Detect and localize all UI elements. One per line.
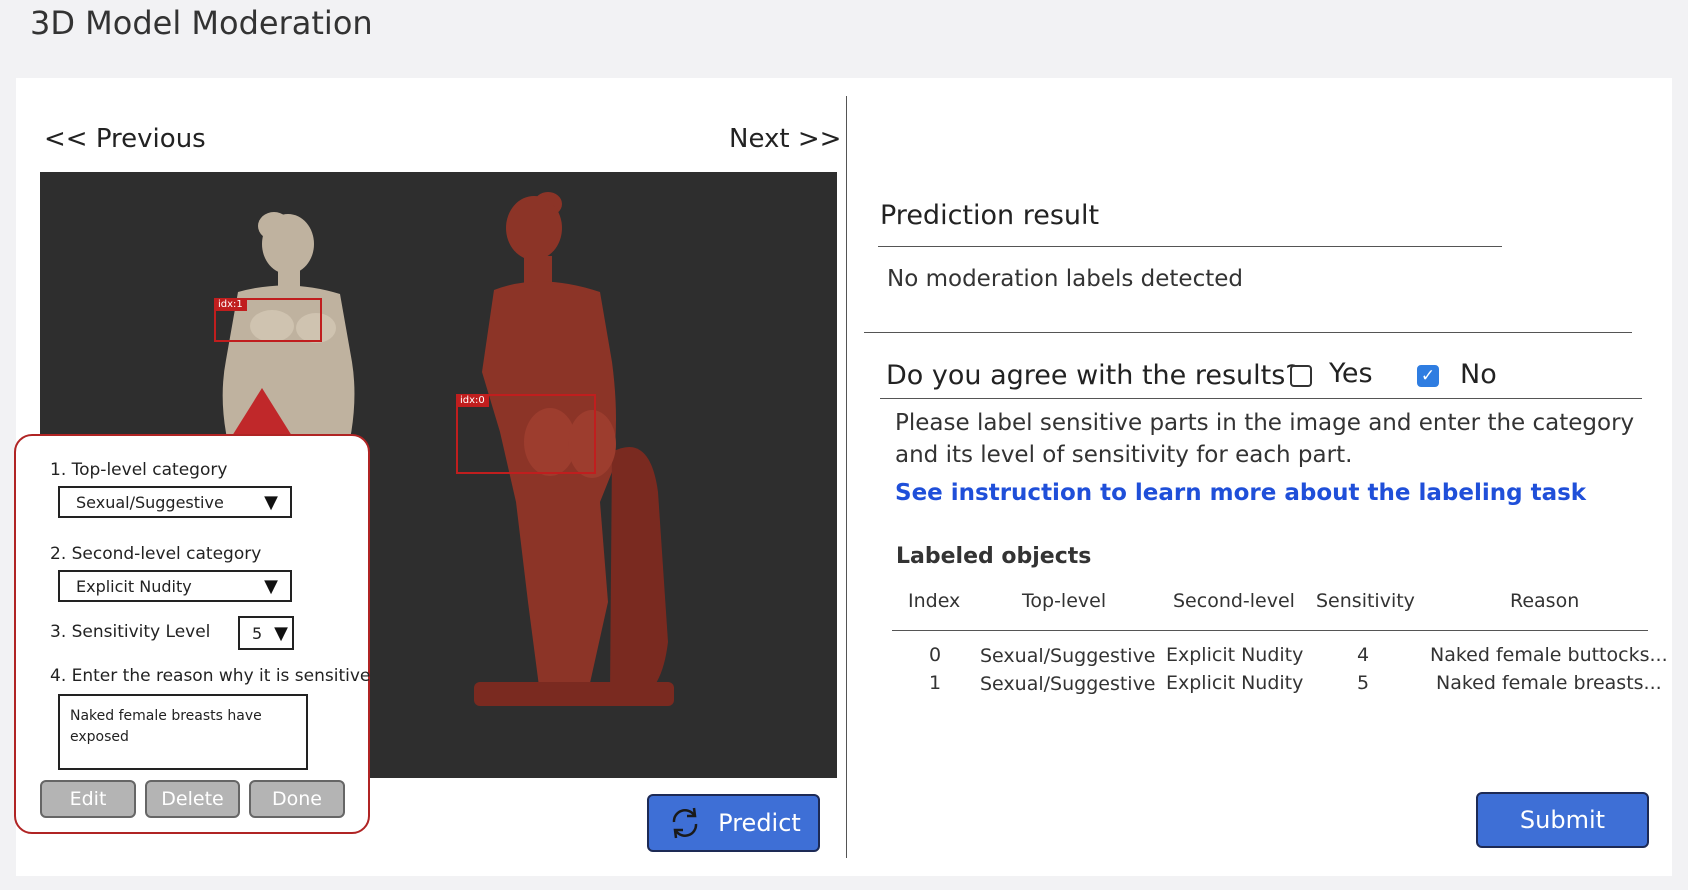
sensitivity-label: 3. Sensitivity Level: [50, 622, 211, 642]
table-cell: 5: [1357, 672, 1370, 694]
second-level-label: 2. Second-level category: [50, 544, 262, 564]
table-divider: [892, 630, 1648, 631]
table-cell: 0: [929, 644, 942, 666]
divider: [878, 246, 1502, 247]
top-level-label: 1. Top-level category: [50, 460, 228, 480]
bounding-box-0[interactable]: idx:0: [456, 394, 596, 474]
divider: [864, 332, 1632, 333]
page-title: 3D Model Moderation: [30, 4, 373, 42]
sensitivity-value: 5: [252, 623, 263, 643]
predict-label: Predict: [718, 809, 801, 837]
divider: [880, 398, 1642, 399]
table-cell: Explicit Nudity: [1166, 672, 1304, 694]
table-cell: Sexual/Suggestive: [980, 645, 1156, 667]
header-reason: Reason: [1510, 590, 1580, 612]
next-link[interactable]: Next >>: [729, 124, 841, 154]
refresh-icon: [672, 807, 698, 839]
box-tag: idx:0: [456, 394, 489, 407]
header-top-level: Top-level: [1022, 590, 1107, 612]
agree-question: Do you agree with the results?: [886, 360, 1300, 391]
dropdown-arrow-icon: ▼: [274, 622, 288, 644]
header-index: Index: [908, 590, 961, 612]
instruction-line-1: Please label sensitive parts in the imag…: [895, 410, 1635, 436]
reason-textarea[interactable]: Naked female breasts have exposed: [58, 694, 308, 770]
sensitivity-select[interactable]: 5 ▼: [238, 616, 294, 650]
labeled-objects-title: Labeled objects: [896, 544, 1092, 569]
no-label: No: [1460, 359, 1497, 390]
previous-link[interactable]: << Previous: [44, 124, 206, 154]
yes-checkbox[interactable]: [1290, 365, 1312, 387]
box-tag: idx:1: [214, 298, 247, 311]
dropdown-arrow-icon: ▼: [264, 491, 278, 513]
no-checkbox[interactable]: ✓: [1417, 365, 1439, 387]
prediction-result: No moderation labels detected: [887, 266, 1243, 292]
instruction-line-2: and its level of sensitivity for each pa…: [895, 442, 1353, 468]
table-cell: Explicit Nudity: [1166, 644, 1304, 666]
check-icon: ✓: [1420, 366, 1436, 386]
table-cell: Naked female breasts...: [1436, 672, 1662, 694]
table-cell: Sexual/Suggestive: [980, 673, 1156, 695]
submit-button[interactable]: Submit: [1476, 792, 1649, 848]
edit-button[interactable]: Edit: [40, 780, 136, 818]
table-cell: 4: [1357, 644, 1370, 666]
table-cell: Naked female buttocks...: [1430, 644, 1668, 666]
table-cell: 1: [929, 672, 942, 694]
prediction-title: Prediction result: [880, 200, 1100, 231]
header-second-level: Second-level: [1173, 590, 1295, 612]
predict-button[interactable]: Predict: [647, 794, 820, 852]
instruction-link[interactable]: See instruction to learn more about the …: [895, 480, 1586, 506]
second-level-value: Explicit Nudity: [76, 576, 192, 596]
top-level-select[interactable]: Sexual/Suggestive ▼: [58, 486, 292, 518]
header-sensitivity: Sensitivity: [1316, 590, 1415, 612]
top-level-value: Sexual/Suggestive: [76, 492, 224, 512]
popup-pointer: [232, 388, 292, 436]
done-button[interactable]: Done: [249, 780, 345, 818]
panel-divider: [846, 96, 847, 858]
yes-label: Yes: [1329, 358, 1373, 389]
reason-label: 4. Enter the reason why it is sensitive: [50, 666, 371, 686]
second-level-select[interactable]: Explicit Nudity ▼: [58, 570, 292, 602]
dropdown-arrow-icon: ▼: [264, 575, 278, 597]
delete-button[interactable]: Delete: [145, 780, 240, 818]
bounding-box-1[interactable]: idx:1: [214, 298, 322, 342]
